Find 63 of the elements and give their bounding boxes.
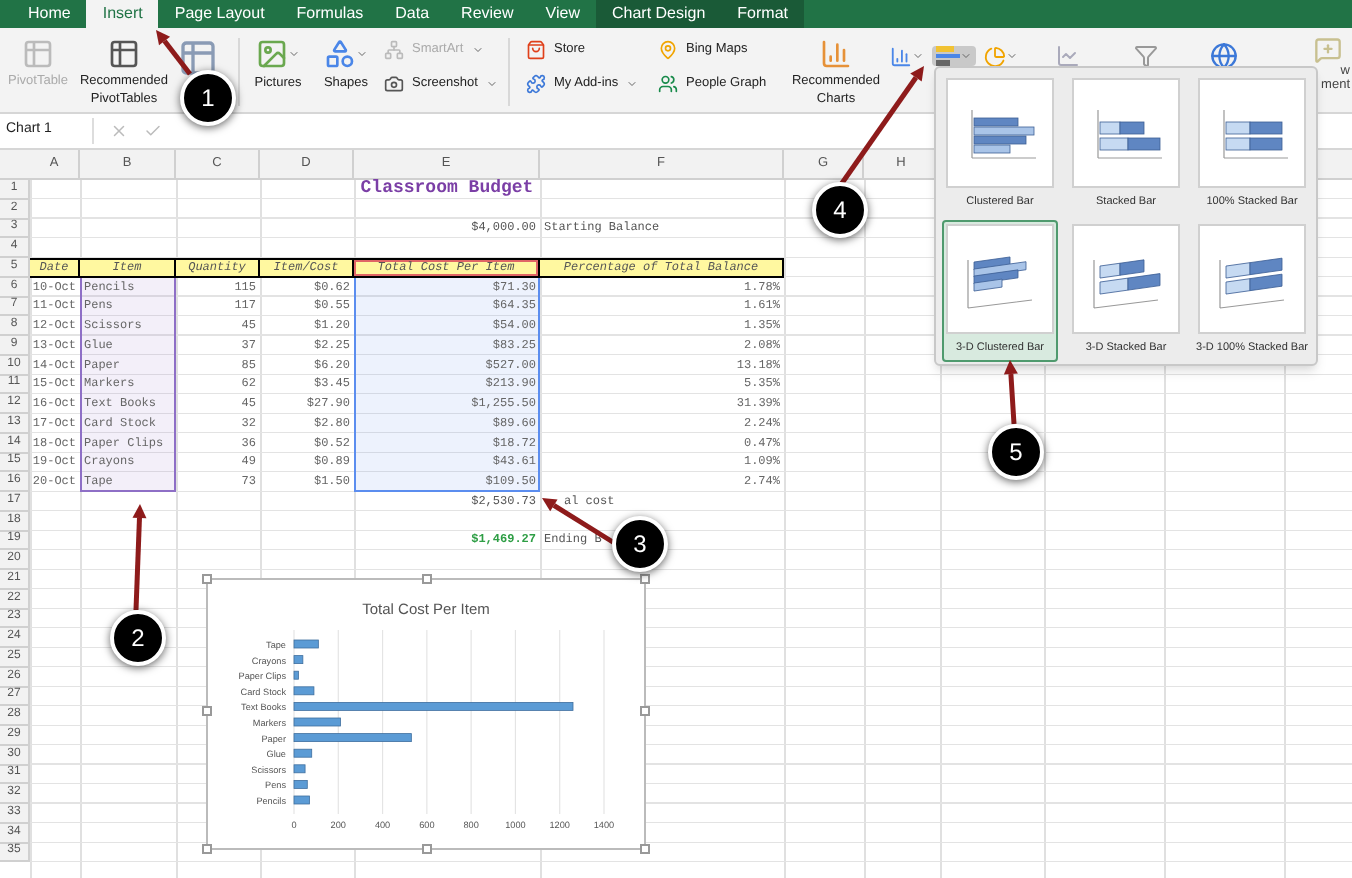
ribbon-tab[interactable]: Formulas: [280, 0, 380, 28]
pointer-arrow: [1003, 360, 1018, 425]
camera-icon: [384, 74, 404, 94]
pie-chart-icon: [984, 45, 1006, 67]
table-icon[interactable]: [178, 38, 218, 78]
filter-icon[interactable]: [1134, 44, 1158, 68]
pointer-arrow: [156, 30, 192, 76]
pie-chart-button[interactable]: [984, 45, 1018, 67]
people-icon: [658, 74, 678, 94]
caret-icon: [912, 50, 924, 62]
shapes-icon: [324, 38, 356, 70]
shopping-bag-icon: [526, 40, 546, 60]
resize-handle[interactable]: [202, 844, 212, 854]
puzzle-icon: [526, 74, 546, 94]
caret-icon: [485, 78, 498, 90]
pointer-arrow: [132, 504, 147, 611]
sheet-title: Classroom Budget: [360, 180, 534, 199]
pivot-table-icon: [22, 38, 54, 70]
resize-handle[interactable]: [202, 574, 212, 584]
resize-handle[interactable]: [640, 706, 650, 716]
caret-icon: [471, 44, 484, 56]
bar: [293, 686, 315, 696]
comment-icon[interactable]: [1314, 36, 1342, 64]
ribbon-tab[interactable]: Insert: [86, 0, 159, 28]
ribbon-tab[interactable]: Chart Design: [595, 0, 722, 28]
resize-handle[interactable]: [202, 706, 212, 716]
bar: [293, 749, 313, 759]
bar: [293, 764, 306, 774]
caret-icon: [356, 48, 368, 60]
caret-icon: [626, 78, 639, 90]
bar-chart-icon: [820, 38, 852, 70]
ribbon-tab[interactable]: Format: [721, 0, 805, 28]
ribbon-tab[interactable]: Page Layout: [158, 0, 281, 28]
resize-handle[interactable]: [422, 844, 432, 854]
map-pin-icon: [658, 40, 678, 60]
cancel-icon[interactable]: [110, 122, 128, 140]
resize-handle[interactable]: [422, 574, 432, 584]
bar: [293, 640, 319, 649]
confirm-icon[interactable]: [144, 122, 162, 140]
bar: [293, 733, 412, 743]
bar: [293, 671, 299, 681]
pointer-arrow: [542, 498, 618, 547]
bar: [293, 718, 341, 727]
bar-chart-button[interactable]: [932, 46, 976, 66]
resize-handle[interactable]: [640, 574, 650, 584]
column-chart-button[interactable]: [890, 45, 924, 67]
smartart-icon: [384, 40, 404, 60]
column-chart-icon: [890, 45, 912, 67]
bar: [293, 796, 310, 805]
ribbon-tab[interactable]: View: [529, 0, 596, 28]
ribbon-tab[interactable]: Data: [379, 0, 446, 28]
resize-handle[interactable]: [640, 844, 650, 854]
bar: [293, 655, 304, 665]
horizontal-bar-icon: [936, 46, 960, 66]
sparkline-icon[interactable]: [1054, 44, 1082, 68]
caret-icon: [288, 48, 300, 60]
picture-icon: [256, 38, 288, 70]
ribbon-tab[interactable]: Review: [445, 0, 530, 28]
globe-icon[interactable]: [1210, 42, 1238, 70]
bar: [293, 780, 308, 790]
caret-icon: [1006, 50, 1018, 62]
ribbon-tab[interactable]: Home: [12, 0, 87, 28]
caret-icon: [960, 50, 972, 62]
